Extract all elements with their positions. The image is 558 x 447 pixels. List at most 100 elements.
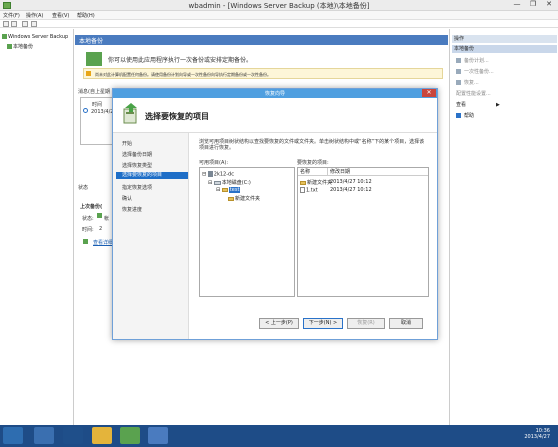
tree-node-drive[interactable]: ⊟ 本地磁盘(C:)	[208, 179, 251, 186]
tree-node-server[interactable]: ⊟ 2k12-dc	[202, 171, 234, 178]
step-confirm[interactable]: 确认	[122, 195, 132, 202]
items-to-recover-label: 要恢复的项目:	[297, 160, 329, 166]
backup-once-icon	[456, 69, 461, 74]
step-select-items[interactable]: 选择要恢复的项目	[116, 172, 188, 179]
start-button[interactable]	[3, 427, 23, 444]
dialog-heading: 选择要恢复的项目	[145, 112, 209, 121]
messages-label: 消息(自上星期	[78, 89, 110, 95]
recover-items-table[interactable]: 名称 修改日期 新建文件夹 2013/4/27 10:12 1.txt 2013…	[297, 167, 429, 297]
chevron-right-icon: ▶	[496, 102, 500, 108]
powershell-icon[interactable]	[63, 427, 83, 444]
time-value: 2	[99, 226, 103, 232]
folder-icon	[228, 196, 234, 201]
tree-node-new-folder[interactable]: 新建文件夹	[228, 195, 260, 202]
action-help[interactable]: 帮助	[456, 112, 474, 119]
table-row[interactable]: 1.txt 2013/4/27 10:12	[300, 187, 372, 194]
menu-file[interactable]: 文件(F)	[3, 12, 20, 19]
recover-button[interactable]: 恢复(R)	[347, 318, 385, 329]
main-header: 本地备份	[75, 35, 448, 45]
col-name-header[interactable]: 名称	[298, 168, 328, 176]
step-progress[interactable]: 恢复进度	[122, 206, 142, 213]
backup-app-icon[interactable]	[120, 427, 140, 444]
action-recover[interactable]: 恢复...	[456, 79, 479, 86]
server-icon	[207, 171, 213, 177]
dialog-header: 选择要恢复的项目	[113, 98, 437, 133]
properties-icon[interactable]	[31, 21, 37, 27]
actions-pane: 操作 本地备份 备份计划... 一次性备份... 恢复... 配置性能设置...…	[449, 29, 558, 429]
collapse-icon[interactable]: ⊟	[208, 180, 212, 186]
menu-help[interactable]: 帮助(H)	[77, 12, 95, 19]
taskbar: 10:36 2013/4/27	[0, 425, 558, 447]
info-icon	[83, 108, 88, 113]
main-header-title: 本地备份	[79, 38, 104, 45]
warning-text: 尚未对此计算机配置任何备份。请使用备份计划向导或一次性备份向导执行定期备份或一次…	[95, 72, 271, 77]
status-value: 帐	[104, 216, 110, 222]
dialog-title: 恢复向导	[264, 91, 285, 97]
file-icon	[300, 187, 305, 193]
warning-icon	[86, 71, 91, 76]
dialog-instruction: 浏览可用项目树状结构以查找要恢复的文件或文件夹。单击树状结构中或“名称”下的某个…	[199, 139, 425, 151]
step-recovery-options[interactable]: 指定恢复选项	[122, 184, 152, 191]
forward-icon[interactable]	[11, 21, 17, 27]
dialog-close-button[interactable]: ✕	[422, 89, 436, 97]
tree-child-label: 本地备份	[13, 44, 34, 50]
dialog-titlebar: 恢复向导 ✕	[113, 89, 437, 98]
close-button[interactable]: ✕	[542, 0, 556, 9]
messages-time-header: 时间	[92, 102, 103, 108]
status-key: 状态:	[82, 216, 94, 222]
wizard-icon[interactable]	[148, 427, 168, 444]
show-tree-icon[interactable]	[22, 21, 28, 27]
window-title: wbadmin - [Windows Server Backup (本地)\本地…	[188, 2, 370, 10]
cancel-button[interactable]: 取消	[389, 318, 423, 329]
details-icon	[83, 239, 88, 244]
menu-view[interactable]: 查看(V)	[52, 12, 69, 19]
clock-date: 2013/4/27	[524, 434, 550, 440]
tree-root-label: Windows Server Backup	[8, 34, 69, 40]
minimize-button[interactable]: —	[510, 0, 524, 9]
view-details-link[interactable]: 查看详细	[93, 239, 113, 246]
previous-button[interactable]: < 上一步(P)	[259, 318, 299, 329]
tree-item-local-backup[interactable]: 本地备份	[7, 43, 33, 50]
backup-icon	[2, 34, 7, 39]
recover-wizard-icon	[122, 103, 140, 125]
recover-icon	[456, 80, 461, 85]
status-ok-icon	[97, 213, 102, 218]
collapse-icon[interactable]: ⊟	[216, 187, 220, 193]
tree-node-test-folder[interactable]: ⊟ test	[216, 187, 241, 193]
last-backup-label: 上次备份(	[80, 204, 103, 210]
available-items-label: 可用项目(A):	[199, 160, 229, 166]
backup-large-icon	[86, 52, 102, 66]
step-backup-date[interactable]: 选择备份日期	[122, 151, 152, 158]
navigation-tree: Windows Server Backup 本地备份	[0, 29, 74, 429]
drive-icon	[213, 180, 221, 185]
step-recovery-type[interactable]: 选择恢复类型	[122, 162, 152, 169]
table-row[interactable]: 新建文件夹 2013/4/27 10:12	[300, 179, 372, 186]
menu-action[interactable]: 操作(A)	[26, 12, 43, 19]
menu-bar: 文件(F) 操作(A) 查看(V) 帮助(H)	[0, 11, 558, 20]
system-clock[interactable]: 10:36 2013/4/27	[524, 428, 550, 440]
help-icon	[456, 113, 461, 118]
action-backup-schedule[interactable]: 备份计划...	[456, 57, 489, 64]
action-once-backup[interactable]: 一次性备份...	[456, 68, 494, 75]
schedule-icon	[456, 58, 461, 63]
maximize-button[interactable]: ❐	[526, 0, 540, 9]
actions-subheader: 本地备份	[452, 45, 557, 53]
action-view[interactable]: 查看 ▶	[456, 101, 500, 108]
time-key: 时间:	[82, 227, 94, 233]
folder-icon	[221, 187, 228, 192]
tree-root[interactable]: Windows Server Backup	[2, 34, 68, 40]
col-date-header[interactable]: 修改日期	[328, 168, 428, 176]
server-manager-icon[interactable]	[34, 427, 54, 444]
explorer-icon[interactable]	[92, 427, 112, 444]
available-items-tree[interactable]: ⊟ 2k12-dc ⊟ 本地磁盘(C:) ⊟ test 新建文件夹	[199, 167, 295, 297]
collapse-icon[interactable]: ⊟	[202, 172, 206, 178]
actions-header: 操作	[452, 35, 557, 43]
recovery-wizard-dialog: 恢复向导 ✕ 选择要恢复的项目 开始 选择备份日期 选择恢复类型 选择要恢复的项…	[112, 88, 438, 340]
toolbar	[0, 20, 558, 28]
next-button[interactable]: 下一步(N) >	[303, 318, 343, 329]
action-performance[interactable]: 配置性能设置...	[456, 90, 491, 97]
step-start[interactable]: 开始	[122, 140, 132, 147]
main-intro: 你可以使用此应用程序执行一次备份或安排定期备份。	[108, 57, 253, 64]
back-icon[interactable]	[3, 21, 9, 27]
status-label: 状态	[78, 185, 89, 191]
